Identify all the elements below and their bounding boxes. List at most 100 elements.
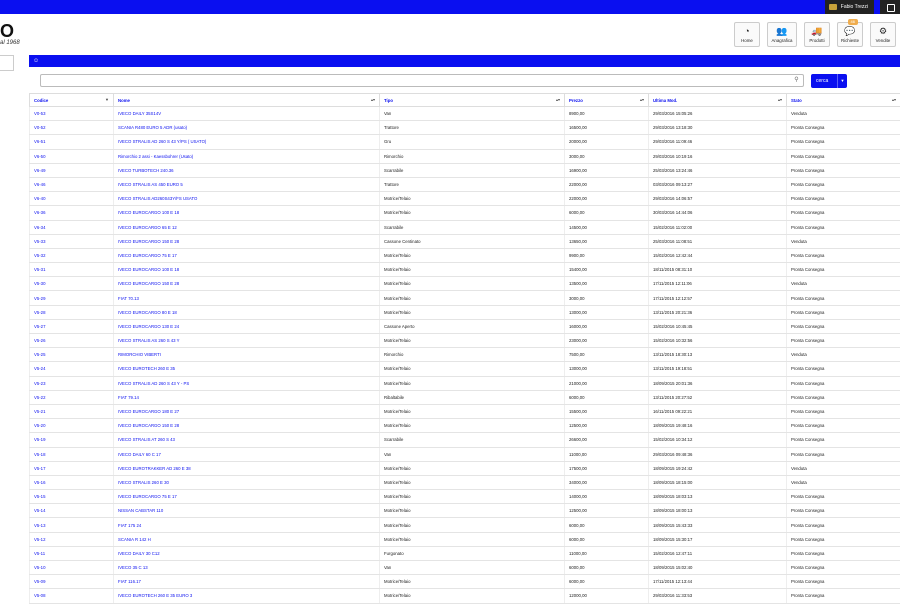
- product-code-link[interactable]: V0-53: [30, 107, 114, 121]
- product-name-link[interactable]: IVECO STRALIS AD 260 S 43 Y/PS ( USATO): [114, 135, 380, 149]
- table-row[interactable]: V5-18IVECO DAILY 60 C 17Van11000,0029/03…: [30, 447, 900, 461]
- table-row[interactable]: V6-51IVECO STRALIS AD 260 S 43 Y/PS ( US…: [30, 135, 900, 149]
- product-name-link[interactable]: FIAT 175 24: [114, 518, 380, 532]
- table-row[interactable]: V5-33IVECO EUROCARGO 150 E 28Cassone Cen…: [30, 234, 900, 248]
- product-name-link[interactable]: IVECO STRALIS AS 260 S 43 Y: [114, 334, 380, 348]
- product-code-link[interactable]: V5-31: [30, 263, 114, 277]
- sort-icon[interactable]: ▴▾: [640, 97, 644, 102]
- table-row[interactable]: V5-23IVECO STRALIS AD 260 S 43 Y - PSMot…: [30, 376, 900, 390]
- product-name-link[interactable]: SCANIA R 142 H: [114, 532, 380, 546]
- sort-icon[interactable]: ▴▾: [371, 97, 375, 102]
- product-name-link[interactable]: IVECO STRALIS AT 260 S 43: [114, 433, 380, 447]
- column-header-nome[interactable]: Nome▴▾: [114, 94, 380, 107]
- table-row[interactable]: V5-08IVECO EUROTECH 260 E 35 EURO 3Motri…: [30, 589, 900, 603]
- product-name-link[interactable]: IVECO EUROCARGO 100 E 18: [114, 206, 380, 220]
- caret-down-icon[interactable]: ▼: [837, 74, 847, 88]
- product-name-link[interactable]: IVECO EUROCARGO 80 E 18: [114, 305, 380, 319]
- table-row[interactable]: V5-16IVECO STRALIS 260 E 30Motrice/Telai…: [30, 475, 900, 489]
- product-code-link[interactable]: V6-50: [30, 149, 114, 163]
- product-code-link[interactable]: V5-12: [30, 532, 114, 546]
- product-code-link[interactable]: V5-10: [30, 561, 114, 575]
- sidebar-toggle[interactable]: [0, 55, 14, 71]
- product-code-link[interactable]: V5-26: [30, 334, 114, 348]
- table-row[interactable]: V5-11IVECO DAILY 30 C12Furgonato11000,00…: [30, 546, 900, 560]
- product-name-link[interactable]: IVECO EUROTRAKKER AD 260 E 38: [114, 461, 380, 475]
- product-code-link[interactable]: V5-27: [30, 319, 114, 333]
- product-name-link[interactable]: FIAT 79.14: [114, 390, 380, 404]
- product-code-link[interactable]: V5-08: [30, 589, 114, 603]
- product-name-link[interactable]: IVECO EUROCARGO 100 E 18: [114, 263, 380, 277]
- product-code-link[interactable]: V5-32: [30, 248, 114, 262]
- table-row[interactable]: V5-19IVECO STRALIS AT 260 S 43Scarrabile…: [30, 433, 900, 447]
- product-name-link[interactable]: IVECO 35 C 13: [114, 561, 380, 575]
- table-row[interactable]: V6-49IVECO TURBOTECH 240.36Scarrabile169…: [30, 163, 900, 177]
- sort-desc-icon[interactable]: ▼: [105, 97, 109, 102]
- product-name-link[interactable]: IVECO EUROCARGO 150 E 28: [114, 277, 380, 291]
- product-code-link[interactable]: V6-46: [30, 177, 114, 191]
- product-name-link[interactable]: IVECO EUROCARGO 65 E 12: [114, 220, 380, 234]
- product-name-link[interactable]: Rimorchio 2 assi - Kaessbohrer (Usato): [114, 149, 380, 163]
- product-code-link[interactable]: V5-30: [30, 277, 114, 291]
- table-row[interactable]: V5-27IVECO EUROCARGO 130 E 24Cassone Ape…: [30, 319, 900, 333]
- product-name-link[interactable]: IVECO STRALIS 260 E 30: [114, 475, 380, 489]
- table-row[interactable]: V6-34IVECO EUROCARGO 65 E 12Scarrabile14…: [30, 220, 900, 234]
- nav-prodotti-button[interactable]: 🚚Prodotti: [804, 22, 830, 47]
- product-code-link[interactable]: V5-16: [30, 475, 114, 489]
- table-row[interactable]: V5-31IVECO EUROCARGO 100 E 18Motrice/Tel…: [30, 263, 900, 277]
- product-code-link[interactable]: V5-23: [30, 376, 114, 390]
- table-row[interactable]: V5-14NISSAN CABSTAR 110Motrice/Telaio125…: [30, 504, 900, 518]
- product-name-link[interactable]: SCANIA R480 EURO 5 ADR (usato): [114, 121, 380, 135]
- column-header-tipo[interactable]: Tipo▴▾: [380, 94, 565, 107]
- sort-icon[interactable]: ▴▾: [556, 97, 560, 102]
- product-code-link[interactable]: V6-34: [30, 220, 114, 234]
- table-row[interactable]: V6-36IVECO EUROCARGO 100 E 18Motrice/Tel…: [30, 206, 900, 220]
- table-row[interactable]: V0-53IVECO DAILY 35S14VVan8900,0029/03/2…: [30, 107, 900, 121]
- product-code-link[interactable]: V5-20: [30, 419, 114, 433]
- product-code-link[interactable]: V5-15: [30, 490, 114, 504]
- nav-vendite-button[interactable]: ⚙Vendite: [870, 22, 896, 47]
- table-row[interactable]: V5-29FIAT 70.13Motrice/Telaio3000,0017/1…: [30, 291, 900, 305]
- product-name-link[interactable]: FIAT 70.13: [114, 291, 380, 305]
- table-row[interactable]: V5-28IVECO EUROCARGO 80 E 18Motrice/Tela…: [30, 305, 900, 319]
- product-name-link[interactable]: IVECO EUROCARGO 75 E 17: [114, 248, 380, 262]
- product-code-link[interactable]: V5-19: [30, 433, 114, 447]
- product-name-link[interactable]: IVECO TURBOTECH 240.36: [114, 163, 380, 177]
- product-code-link[interactable]: V5-09: [30, 575, 114, 589]
- table-row[interactable]: V6-50Rimorchio 2 assi - Kaessbohrer (Usa…: [30, 149, 900, 163]
- product-name-link[interactable]: IVECO EUROTECH 260 E 35: [114, 362, 380, 376]
- search-icon[interactable]: ⚲: [793, 76, 800, 85]
- product-code-link[interactable]: V5-29: [30, 291, 114, 305]
- product-name-link[interactable]: IVECO STRALIS AD260S43Y/FS USATO: [114, 192, 380, 206]
- table-row[interactable]: V5-17IVECO EUROTRAKKER AD 260 E 38Motric…: [30, 461, 900, 475]
- table-row[interactable]: V5-20IVECO EUROCARGO 150 E 28Motrice/Tel…: [30, 419, 900, 433]
- sort-icon[interactable]: ▴▾: [778, 97, 782, 102]
- table-row[interactable]: V5-21IVECO EUROCARGO 180 E 27Motrice/Tel…: [30, 404, 900, 418]
- table-row[interactable]: V5-13FIAT 175 24Motrice/Telaio6000,0018/…: [30, 518, 900, 532]
- table-row[interactable]: V6-40IVECO STRALIS AD260S43Y/FS USATOMot…: [30, 192, 900, 206]
- product-code-link[interactable]: V6-40: [30, 192, 114, 206]
- nav-richieste-button[interactable]: 💬Richieste46: [837, 22, 863, 47]
- table-row[interactable]: V5-30IVECO EUROCARGO 150 E 28Motrice/Tel…: [30, 277, 900, 291]
- nav-anagrafica-button[interactable]: 👥Anagrafica: [767, 22, 797, 47]
- product-code-link[interactable]: V5-11: [30, 546, 114, 560]
- search-button[interactable]: cerca ▼: [811, 74, 847, 88]
- table-row[interactable]: V5-15IVECO EUROCARGO 75 E 17Motrice/Tela…: [30, 490, 900, 504]
- product-name-link[interactable]: IVECO STRALIS AS 450 EURO 5: [114, 177, 380, 191]
- product-name-link[interactable]: IVECO STRALIS AD 260 S 43 Y - PS: [114, 376, 380, 390]
- table-row[interactable]: V5-12SCANIA R 142 HMotrice/Telaio6000,00…: [30, 532, 900, 546]
- nav-home-button[interactable]: ◔Home: [734, 22, 760, 47]
- product-name-link[interactable]: IVECO EUROCARGO 150 E 28: [114, 419, 380, 433]
- table-row[interactable]: V5-24IVECO EUROTECH 260 E 35Motrice/Tela…: [30, 362, 900, 376]
- table-row[interactable]: V5-25RIMORCHIO VIBERTIRimorchio7500,0013…: [30, 348, 900, 362]
- product-code-link[interactable]: V5-28: [30, 305, 114, 319]
- column-header-ultima-mod[interactable]: Ultima Mod.▴▾: [649, 94, 787, 107]
- table-row[interactable]: V5-26IVECO STRALIS AS 260 S 43 YMotrice/…: [30, 334, 900, 348]
- product-name-link[interactable]: IVECO EUROCARGO 150 E 28: [114, 234, 380, 248]
- product-code-link[interactable]: V5-13: [30, 518, 114, 532]
- product-code-link[interactable]: V5-24: [30, 362, 114, 376]
- product-name-link[interactable]: IVECO EUROTECH 260 E 35 EURO 3: [114, 589, 380, 603]
- product-code-link[interactable]: V5-25: [30, 348, 114, 362]
- product-name-link[interactable]: IVECO DAILY 35S14V: [114, 107, 380, 121]
- product-code-link[interactable]: V5-17: [30, 461, 114, 475]
- product-code-link[interactable]: V6-51: [30, 135, 114, 149]
